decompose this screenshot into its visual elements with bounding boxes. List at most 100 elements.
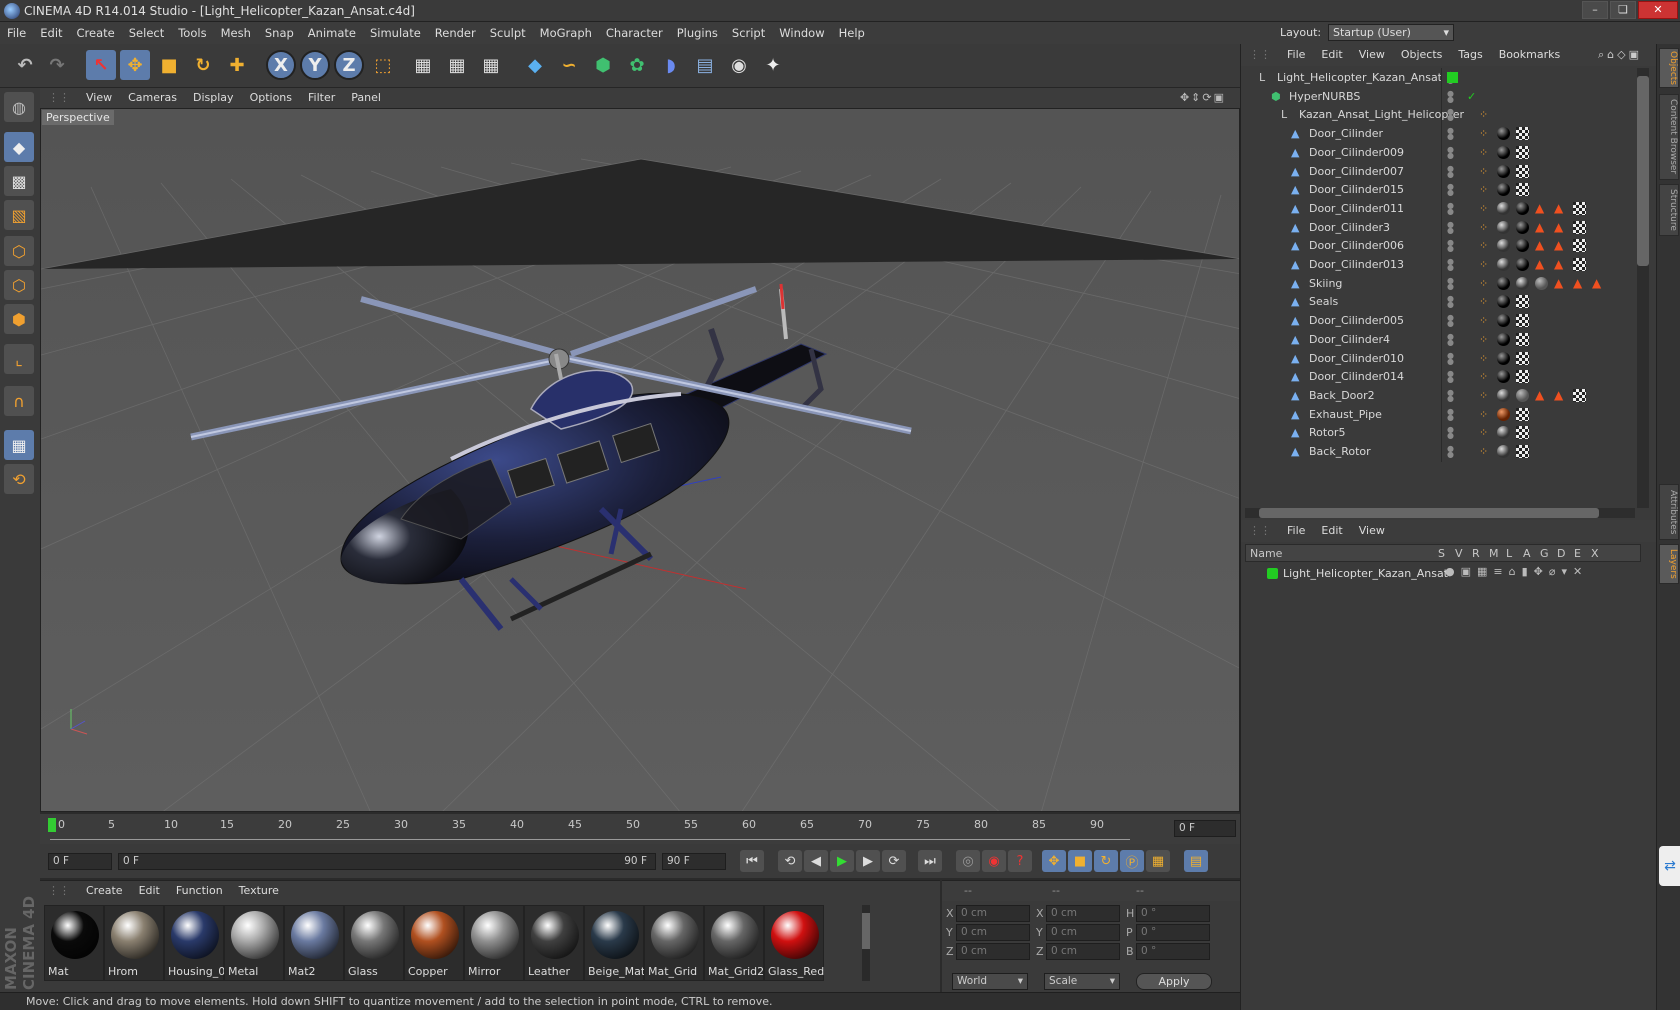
selection-tag-icon[interactable]: ▲ xyxy=(1554,220,1567,234)
current-time-field[interactable]: 0 F xyxy=(48,853,112,870)
material-tag-icon[interactable] xyxy=(1497,127,1510,141)
menu-sculpt[interactable]: Sculpt xyxy=(483,22,533,44)
layer-column-header[interactable]: M xyxy=(1489,547,1499,560)
key-pla-icon[interactable]: ▦ xyxy=(1146,850,1170,872)
object-vscrollbar[interactable] xyxy=(1637,68,1649,508)
object-row[interactable]: ⬢ HyperNURBS ● ● ✓ xyxy=(1247,86,1637,107)
viewport-menu-options[interactable]: Options xyxy=(242,88,300,108)
visibility-dots[interactable]: ●● xyxy=(1447,164,1454,178)
phong-tag-icon[interactable]: ⁘ xyxy=(1479,423,1488,443)
texture-tag-icon[interactable] xyxy=(1516,332,1529,346)
texture-tag-icon[interactable] xyxy=(1516,426,1529,440)
object-name[interactable]: Door_Cilinder011 xyxy=(1309,199,1404,219)
menu-render[interactable]: Render xyxy=(428,22,483,44)
object-row[interactable]: ▲ Rotor5 ● ● ⁘ xyxy=(1247,423,1637,444)
object-row[interactable]: ▲ Door_Cilinder007 ● ● ⁘ xyxy=(1247,161,1637,182)
material-tag-icon[interactable] xyxy=(1497,351,1510,365)
keyframe-selection-icon[interactable]: ? xyxy=(1008,850,1032,872)
material-menu-edit[interactable]: Edit xyxy=(131,881,168,901)
layer-column-header[interactable]: A xyxy=(1523,547,1531,560)
move-axis-icon[interactable]: ✚ xyxy=(222,50,252,80)
layer-column-header[interactable]: X xyxy=(1591,547,1599,560)
timeline-window-icon[interactable]: ▤ xyxy=(1184,850,1208,872)
visibility-dots[interactable]: ●● xyxy=(1447,201,1454,215)
object-row[interactable]: ▲ Door_Cilinder ● ● ⁘ xyxy=(1247,124,1637,145)
viewport-nav-icons[interactable]: ✥⇕⟳▣ xyxy=(1172,88,1234,108)
autokey-icon[interactable]: ◉ xyxy=(982,850,1006,872)
tab-content-browser[interactable]: Content Browser xyxy=(1659,94,1679,180)
layer-flag-icons[interactable]: ●▣▦≡⌂▮✥⌀▾✕ xyxy=(1445,565,1588,578)
go-to-end-icon[interactable]: ⏭ xyxy=(918,850,942,872)
visibility-dots[interactable]: ●● xyxy=(1447,351,1454,365)
axis-mode-icon[interactable]: ⌞ xyxy=(4,344,34,374)
texture-tag-icon[interactable] xyxy=(1573,220,1586,234)
object-menu-file[interactable]: File xyxy=(1279,44,1313,66)
menu-file[interactable]: File xyxy=(0,22,33,44)
z-axis-lock[interactable]: Z xyxy=(334,50,364,80)
texture-mode-icon[interactable]: ▩ xyxy=(4,166,34,196)
object-row[interactable]: ▲ Back_Rotor ● ● ⁘ xyxy=(1247,442,1637,462)
material-swatch[interactable]: Hrom xyxy=(104,905,164,981)
object-row[interactable]: ▲ Seals ● ● ⁘ xyxy=(1247,292,1637,313)
object-row[interactable]: ▲ Door_Cilinder4 ● ● ⁘ xyxy=(1247,329,1637,350)
coord-mode-select[interactable]: Scale ▾ xyxy=(1044,973,1120,990)
object-row[interactable]: ▲ Door_Cilinder015 ● ● ⁘ xyxy=(1247,180,1637,201)
selection-tag-icon[interactable]: ▲ xyxy=(1554,276,1567,290)
coord-value-field[interactable]: 0 cm xyxy=(1046,905,1120,922)
tab-layers[interactable]: Layers xyxy=(1659,544,1679,584)
texture-tag-icon[interactable] xyxy=(1516,127,1529,141)
menu-edit[interactable]: Edit xyxy=(33,22,69,44)
menu-animate[interactable]: Animate xyxy=(301,22,363,44)
selection-tag-icon[interactable]: ▲ xyxy=(1535,388,1548,402)
array-icon[interactable]: ✿ xyxy=(622,50,652,80)
timeline-ruler[interactable]: 0 5 10 15 20 25 30 35 40 45 50 55 60 65 … xyxy=(40,814,1240,844)
material-tag-icon[interactable] xyxy=(1497,183,1510,197)
material-tag-icon[interactable] xyxy=(1516,220,1529,234)
move-tool-icon[interactable]: ✥ xyxy=(120,50,150,80)
object-name[interactable]: Door_Cilinder010 xyxy=(1309,349,1404,369)
menu-mograph[interactable]: MoGraph xyxy=(533,22,599,44)
coord-value-field[interactable]: 0 ° xyxy=(1136,924,1210,941)
selection-tag-icon[interactable]: ▲ xyxy=(1554,258,1567,271)
phong-tag-icon[interactable]: ⁘ xyxy=(1479,105,1488,125)
visibility-dots[interactable]: ●● xyxy=(1447,220,1454,234)
key-scale-icon[interactable]: ■ xyxy=(1068,850,1092,872)
visibility-dots[interactable]: ●● xyxy=(1447,388,1454,402)
layer-color-swatch[interactable] xyxy=(1267,568,1278,579)
object-row[interactable]: L Kazan_Ansat_Light_Helicopter ● ● ⁘ xyxy=(1247,105,1637,126)
material-tag-icon[interactable] xyxy=(1516,258,1529,271)
phong-tag-icon[interactable]: ⁘ xyxy=(1479,274,1488,294)
visibility-dots[interactable]: ●● xyxy=(1447,407,1454,421)
material-swatch[interactable]: Mat_Grid xyxy=(644,905,704,981)
material-swatch[interactable]: Mirror xyxy=(464,905,524,981)
timeline-playhead[interactable] xyxy=(48,818,56,832)
texture-tag-icon[interactable] xyxy=(1516,370,1529,384)
coord-space-select[interactable]: World ▾ xyxy=(952,973,1028,990)
tab-attributes[interactable]: Attributes xyxy=(1659,484,1679,540)
live-selection-icon[interactable]: ↖ xyxy=(86,50,116,80)
redo-icon[interactable]: ↷ xyxy=(42,50,72,80)
texture-tag-icon[interactable] xyxy=(1516,164,1529,178)
object-name[interactable]: Door_Cilinder007 xyxy=(1309,162,1404,182)
object-row[interactable]: ▲ Back_Door2 ● ● ⁘ ▲ ▲ xyxy=(1247,385,1637,406)
menu-help[interactable]: Help xyxy=(832,22,872,44)
object-name[interactable]: Skiing xyxy=(1309,274,1342,294)
material-tag-icon[interactable] xyxy=(1497,164,1510,178)
selection-tag-icon[interactable]: ▲ xyxy=(1592,276,1605,290)
visibility-dots[interactable]: ●● xyxy=(1447,108,1454,122)
material-swatch[interactable]: Glass_Red xyxy=(764,905,824,981)
scale-tool-icon[interactable]: ■ xyxy=(154,50,184,80)
render-view-icon[interactable]: ▦ xyxy=(408,50,438,80)
visibility-dots[interactable]: ●● xyxy=(1447,145,1454,159)
points-mode-icon[interactable]: ⬡ xyxy=(4,236,34,266)
tab-structure[interactable]: Structure xyxy=(1659,184,1679,236)
light-icon[interactable]: ✦ xyxy=(758,50,788,80)
phong-tag-icon[interactable]: ⁘ xyxy=(1479,162,1488,182)
material-menu-texture[interactable]: Texture xyxy=(231,881,287,901)
material-tag-icon[interactable] xyxy=(1497,407,1510,421)
texture-tag-icon[interactable] xyxy=(1516,407,1529,421)
layer-menu-view[interactable]: View xyxy=(1351,520,1393,542)
material-tag-icon[interactable] xyxy=(1497,370,1510,384)
coord-value-field[interactable]: 0 cm xyxy=(1046,943,1120,960)
key-position-icon[interactable]: ✥ xyxy=(1042,850,1066,872)
